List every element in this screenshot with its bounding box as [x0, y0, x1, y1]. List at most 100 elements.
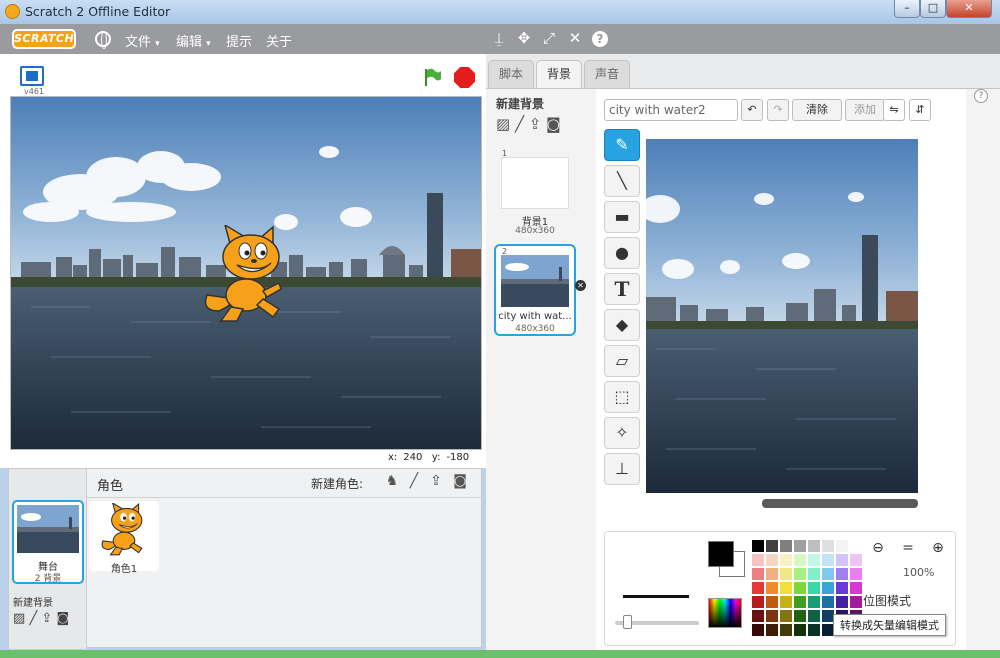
palette-color-swatch[interactable] [849, 595, 863, 609]
eraser-icon[interactable]: ▱ [604, 345, 640, 377]
palette-color-swatch[interactable] [765, 553, 779, 567]
language-globe-icon[interactable] [95, 31, 111, 49]
magic-wand-icon[interactable]: ✧ [604, 417, 640, 449]
color-picker-icon[interactable] [708, 598, 742, 628]
palette-color-swatch[interactable] [807, 539, 821, 553]
palette-color-swatch[interactable] [807, 553, 821, 567]
palette-color-swatch[interactable] [765, 567, 779, 581]
backdrop-name-input[interactable] [604, 99, 738, 121]
line-width-slider-handle[interactable] [623, 615, 632, 629]
palette-color-swatch[interactable] [849, 539, 863, 553]
palette-color-swatch[interactable] [779, 581, 793, 595]
flip-vertical-icon[interactable]: ⇵ [909, 99, 931, 121]
fullscreen-icon[interactable] [20, 66, 44, 86]
shrink-icon[interactable]: ✕ [566, 29, 584, 47]
redo-button[interactable]: ↷ [767, 99, 789, 121]
palette-color-swatch[interactable] [779, 595, 793, 609]
palette-color-swatch[interactable] [849, 567, 863, 581]
choose-backdrop-library-icon[interactable]: ▨ [13, 611, 25, 626]
cut-icon[interactable]: ✥ [515, 29, 533, 47]
maximize-button[interactable]: □ [920, 0, 946, 18]
clear-button[interactable]: 清除 [792, 99, 842, 121]
palette-color-swatch[interactable] [849, 581, 863, 595]
palette-color-swatch[interactable] [821, 567, 835, 581]
palette-color-swatch[interactable] [765, 623, 779, 637]
text-icon[interactable]: T [604, 273, 640, 305]
stage-thumbnail[interactable]: 舞台 2 背景 [12, 500, 84, 584]
stamp-icon[interactable]: ⊥ [604, 453, 640, 485]
palette-color-swatch[interactable] [793, 595, 807, 609]
palette-color-swatch[interactable] [807, 567, 821, 581]
palette-color-swatch[interactable] [779, 539, 793, 553]
paint-new-backdrop-icon[interactable]: ╱ [29, 611, 37, 626]
grow-icon[interactable]: ⤢ [540, 29, 558, 47]
palette-color-swatch[interactable] [779, 553, 793, 567]
paint-new-sprite-icon[interactable]: ╱ [405, 473, 423, 489]
tab-scripts[interactable]: 脚本 [488, 60, 534, 88]
help-icon[interactable]: ? [592, 31, 608, 47]
choose-sprite-library-icon[interactable]: ♞ [383, 473, 401, 489]
zoom-out-icon[interactable]: ⊖ [867, 539, 889, 559]
palette-color-swatch[interactable] [835, 539, 849, 553]
convert-to-vector-button[interactable]: 转换成矢量编辑模式 [833, 614, 946, 636]
palette-color-swatch[interactable] [751, 595, 765, 609]
palette-color-swatch[interactable] [793, 553, 807, 567]
palette-color-swatch[interactable] [751, 539, 765, 553]
palette-color-swatch[interactable] [835, 567, 849, 581]
paint-new-backdrop-icon[interactable]: ╱ [515, 115, 524, 133]
rectangle-icon[interactable]: ▬ [604, 201, 640, 233]
select-icon[interactable]: ⬚ [604, 381, 640, 413]
menu-about[interactable]: 关于 [266, 31, 292, 50]
paintbrush-icon[interactable]: ✎ [604, 129, 640, 161]
green-flag-icon[interactable] [422, 67, 442, 87]
upload-backdrop-icon[interactable]: ⇪ [41, 611, 52, 626]
palette-color-swatch[interactable] [793, 539, 807, 553]
palette-color-swatch[interactable] [821, 539, 835, 553]
palette-color-swatch[interactable] [793, 609, 807, 623]
palette-color-swatch[interactable] [751, 581, 765, 595]
palette-color-swatch[interactable] [835, 581, 849, 595]
stage-canvas[interactable] [10, 96, 482, 450]
camera-sprite-icon[interactable]: ◙ [451, 473, 469, 489]
zoom-in-icon[interactable]: ⊕ [927, 539, 949, 559]
palette-color-swatch[interactable] [751, 623, 765, 637]
palette-color-swatch[interactable] [807, 581, 821, 595]
canvas-horizontal-scrollbar[interactable] [762, 499, 918, 508]
paint-canvas[interactable] [646, 139, 918, 493]
undo-button[interactable]: ↶ [741, 99, 763, 121]
delete-backdrop-icon[interactable]: ✕ [575, 280, 586, 291]
palette-color-swatch[interactable] [751, 553, 765, 567]
scratch-cat-sprite[interactable] [201, 225, 291, 325]
flip-horizontal-icon[interactable]: ⇋ [883, 99, 905, 121]
primary-color-swatch[interactable] [708, 541, 734, 567]
palette-color-swatch[interactable] [751, 609, 765, 623]
palette-color-swatch[interactable] [765, 609, 779, 623]
help-icon[interactable]: ? [974, 89, 988, 103]
minimize-button[interactable]: – [894, 0, 920, 18]
duplicate-stamp-icon[interactable]: ⍊ [490, 29, 508, 47]
palette-color-swatch[interactable] [807, 623, 821, 637]
fill-icon[interactable]: ◆ [604, 309, 640, 341]
palette-color-swatch[interactable] [821, 581, 835, 595]
palette-color-swatch[interactable] [821, 595, 835, 609]
sprite-thumbnail[interactable]: 角色1 [89, 501, 159, 575]
choose-backdrop-library-icon[interactable]: ▨ [496, 115, 510, 133]
palette-color-swatch[interactable] [751, 567, 765, 581]
palette-color-swatch[interactable] [793, 623, 807, 637]
stop-sign-icon[interactable] [454, 67, 475, 88]
line-icon[interactable]: ╲ [604, 165, 640, 197]
menu-tips[interactable]: 提示 [226, 31, 252, 50]
upload-backdrop-icon[interactable]: ⇪ [529, 115, 542, 133]
menu-edit[interactable]: 编辑 ▾ [176, 31, 211, 50]
palette-color-swatch[interactable] [765, 595, 779, 609]
ellipse-icon[interactable]: ● [604, 237, 640, 269]
palette-color-swatch[interactable] [807, 595, 821, 609]
backdrop-thumbnail-blank[interactable] [501, 157, 569, 209]
zoom-reset-icon[interactable]: = [897, 539, 919, 559]
backdrop-thumbnail-city[interactable] [501, 255, 569, 307]
tab-sounds[interactable]: 声音 [584, 60, 630, 88]
palette-color-swatch[interactable] [807, 609, 821, 623]
menu-file[interactable]: 文件 ▾ [125, 31, 160, 50]
camera-backdrop-icon[interactable]: ◙ [546, 115, 561, 133]
upload-sprite-icon[interactable]: ⇪ [427, 473, 445, 489]
